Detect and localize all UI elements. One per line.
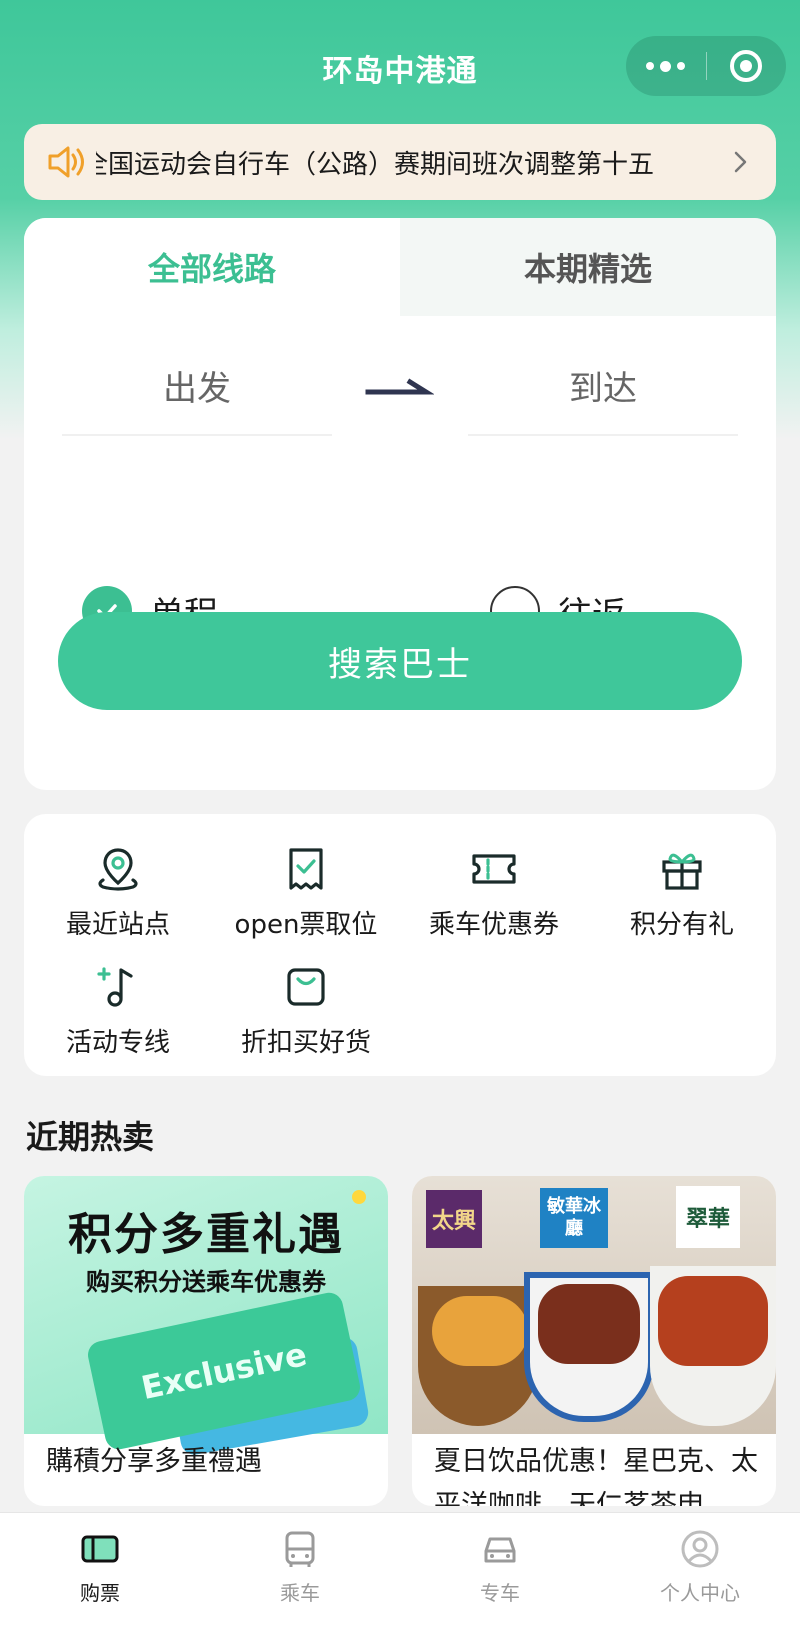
brand-logo-taihing: 太興 bbox=[426, 1190, 482, 1248]
gift-icon bbox=[662, 853, 702, 890]
food-meat bbox=[538, 1284, 640, 1364]
more-dot-icon bbox=[660, 60, 672, 72]
quick-link-coupons[interactable]: 乘车优惠券 bbox=[400, 822, 588, 940]
search-card: 全部线路 本期精选 出发 到达 单程 往返 搜索巴士 bbox=[24, 218, 776, 790]
quick-link-open-ticket[interactable]: open票取位 bbox=[212, 822, 400, 940]
promo-caption: 夏日饮品优惠！星巴克、太平洋咖啡、天仁茗茶申 bbox=[434, 1446, 758, 1506]
ticket-check-icon bbox=[289, 848, 323, 890]
more-menu-button[interactable] bbox=[626, 36, 706, 96]
tab-label: 购票 bbox=[80, 1581, 120, 1605]
bus-icon bbox=[285, 1531, 315, 1567]
quick-link-label: 最近站点 bbox=[65, 910, 170, 940]
arrow-right-icon bbox=[365, 378, 434, 395]
arrival-field[interactable]: 到达 bbox=[468, 336, 738, 436]
header: 环岛中港通 bbox=[0, 0, 800, 130]
more-dot-icon bbox=[646, 62, 655, 70]
tab-buy-ticket[interactable]: 购票 bbox=[0, 1513, 200, 1631]
promo-image-points: 积分多重礼遇 购买积分送乘车优惠券 Exclusive bbox=[24, 1176, 388, 1457]
promo-image-food: 太興 敏華冰廳 翠華 bbox=[412, 1176, 776, 1434]
promo-card-points[interactable]: 积分多重礼遇 购买积分送乘车优惠券 Exclusive 購積分享多重禮遇 bbox=[24, 1176, 388, 1506]
search-bus-button[interactable]: 搜索巴士 bbox=[58, 612, 742, 710]
quick-link-label: 折扣买好货 bbox=[240, 1028, 371, 1058]
mini-program-capsule bbox=[626, 36, 786, 96]
location-pin-icon bbox=[98, 848, 138, 891]
quick-link-nearest-stop[interactable]: 最近站点 bbox=[24, 822, 212, 940]
promo-card-drinks[interactable]: 太興 敏華冰廳 翠華 夏日饮品优惠！星巴克、太平洋咖啡、天仁茗茶申 bbox=[412, 1176, 776, 1506]
notice-text: 全国运动会自行车（公路）赛期间班次调整第十五 bbox=[96, 149, 655, 180]
promo-caption: 購積分享多重禮遇 bbox=[46, 1446, 262, 1477]
food-meat bbox=[658, 1276, 768, 1366]
close-target-icon bbox=[730, 50, 763, 82]
quick-link-label: 积分有礼 bbox=[629, 910, 734, 940]
bottom-tab-bar: 购票 乘车 专车 个人中心 bbox=[0, 1512, 800, 1631]
quick-link-label: open票取位 bbox=[234, 910, 378, 940]
ticket-icon bbox=[81, 1535, 119, 1563]
coupon-icon bbox=[472, 854, 516, 884]
promo-image-subtitle: 购买积分送乘车优惠券 bbox=[86, 1268, 326, 1296]
tab-private-car[interactable]: 专车 bbox=[400, 1513, 600, 1631]
chevron-right-icon bbox=[734, 151, 747, 173]
tab-all-routes[interactable]: 全部线路 bbox=[24, 218, 400, 316]
departure-field[interactable]: 出发 bbox=[62, 336, 332, 436]
tab-ride[interactable]: 乘车 bbox=[200, 1513, 400, 1631]
user-icon bbox=[681, 1530, 719, 1568]
promo-image-title: 积分多重礼遇 bbox=[68, 1209, 344, 1260]
food-rice bbox=[432, 1296, 528, 1366]
brand-logo-tsuiwah: 翠華 bbox=[676, 1186, 740, 1248]
brand-logo-mannwah: 敏華冰廳 bbox=[540, 1188, 608, 1248]
quick-link-points-gift[interactable]: 积分有礼 bbox=[588, 822, 776, 940]
quick-link-event-line[interactable]: 活动专线 bbox=[24, 940, 212, 1058]
quick-link-discount-shop[interactable]: 折扣买好货 bbox=[212, 940, 400, 1058]
tab-label: 个人中心 bbox=[660, 1581, 740, 1605]
tab-featured[interactable]: 本期精选 bbox=[400, 218, 776, 316]
route-tabs: 全部线路 本期精选 bbox=[24, 218, 776, 316]
more-dot-icon bbox=[677, 62, 686, 70]
quick-link-label: 乘车优惠券 bbox=[428, 910, 559, 940]
shopping-bag-icon bbox=[287, 968, 325, 1006]
quick-link-label: 活动专线 bbox=[65, 1028, 170, 1058]
section-title-hot: 近期热卖 bbox=[26, 1118, 155, 1156]
notice-bar[interactable]: 全国运动会自行车（公路）赛期间班次调整第十五 bbox=[24, 124, 776, 200]
tab-label: 乘车 bbox=[280, 1581, 320, 1605]
coupon-text: Exclusive bbox=[137, 1334, 311, 1408]
car-icon bbox=[484, 1537, 516, 1563]
tab-label: 专车 bbox=[480, 1581, 520, 1605]
tab-profile[interactable]: 个人中心 bbox=[600, 1513, 800, 1631]
music-note-icon bbox=[97, 967, 133, 1007]
speaker-icon bbox=[48, 146, 84, 178]
quick-links-card: 最近站点 open票取位 乘车优惠券 积分有礼 活动专线 折扣买好货 bbox=[24, 814, 776, 1076]
close-mini-program-button[interactable] bbox=[707, 36, 787, 96]
